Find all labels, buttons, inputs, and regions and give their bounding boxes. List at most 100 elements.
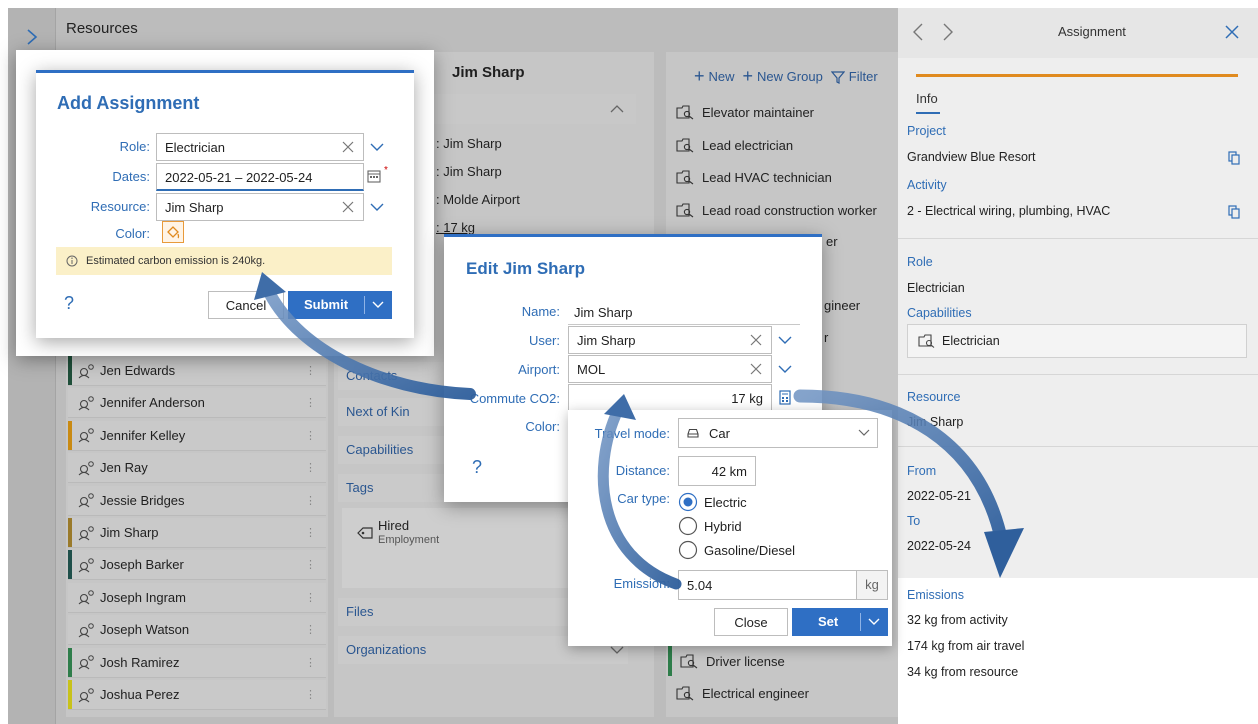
more-icon[interactable]: ⋮ (305, 591, 316, 604)
chevron-down-icon[interactable] (610, 646, 624, 655)
submit-label: Submit (304, 297, 349, 312)
car-type-label: Hybrid (704, 518, 742, 534)
color-bar (68, 550, 72, 580)
capability-label: Lead HVAC technician (702, 169, 832, 185)
radio-checked-icon[interactable] (678, 492, 698, 512)
capability-item[interactable]: Driver license (668, 646, 896, 676)
more-icon[interactable]: ⋮ (305, 494, 316, 507)
new-button[interactable]: New (709, 69, 735, 84)
calendar-icon[interactable] (367, 169, 381, 183)
more-icon[interactable]: ⋮ (305, 688, 316, 701)
capability-item[interactable]: Lead road construction worker (668, 195, 896, 225)
tab-info[interactable]: Info (916, 91, 938, 106)
capability-label: Driver license (706, 653, 785, 669)
airport-label: Airport: (518, 362, 560, 377)
more-icon[interactable]: ⋮ (305, 656, 316, 669)
commute-co2-input[interactable]: 17 kg (568, 384, 772, 412)
info-icon (66, 255, 78, 267)
clear-icon[interactable] (750, 334, 762, 346)
copy-icon[interactable] (1228, 151, 1240, 165)
travel-mode-select[interactable]: Car (678, 418, 878, 448)
dates-input[interactable]: 2022-05-21 – 2022-05-24 (156, 163, 364, 191)
chevron-down-icon[interactable] (372, 301, 384, 309)
set-button[interactable]: Set (792, 608, 888, 636)
new-group-button[interactable]: New Group (757, 69, 823, 84)
resource-row[interactable]: Jim Sharp ⋮ (68, 518, 326, 548)
tag-name: Hired (378, 518, 410, 533)
chevron-down-icon[interactable] (778, 336, 792, 345)
chevron-up-icon[interactable] (610, 104, 624, 113)
filter-button[interactable]: Filter (849, 69, 878, 84)
chevron-down-icon[interactable] (778, 365, 792, 374)
commute-co2-label: Commute CO2: (469, 391, 560, 406)
more-icon[interactable]: ⋮ (305, 526, 316, 539)
resource-row[interactable]: Jen Ray ⋮ (68, 453, 326, 484)
person-icon (78, 363, 94, 378)
radio-unchecked-icon[interactable] (678, 540, 698, 560)
copy-icon[interactable] (1228, 205, 1240, 219)
more-icon[interactable]: ⋮ (305, 396, 316, 409)
close-icon[interactable] (1224, 24, 1240, 40)
capability-item[interactable]: Lead HVAC technician (668, 162, 896, 192)
help-icon[interactable]: ? (64, 293, 74, 314)
capability-item[interactable]: Elevator maintainer (668, 97, 896, 127)
resource-row[interactable]: Joseph Ingram ⋮ (68, 582, 326, 613)
previous-icon[interactable] (912, 22, 924, 42)
color-bar (68, 486, 72, 515)
capability-item[interactable]: Lead electrician (668, 130, 896, 160)
resource-name: Joseph Watson (100, 622, 190, 638)
resource-row[interactable]: Joshua Perez ⋮ (68, 680, 326, 710)
activity-label: Activity (907, 178, 947, 192)
more-icon[interactable]: ⋮ (305, 623, 316, 636)
plus-icon: + (694, 66, 705, 86)
resource-name: Jennifer Anderson (100, 395, 205, 411)
clear-icon[interactable] (750, 363, 762, 375)
resource-row[interactable]: Jennifer Anderson ⋮ (68, 388, 326, 419)
more-icon[interactable]: ⋮ (305, 461, 316, 474)
chevron-down-icon[interactable] (858, 429, 870, 437)
resource-row[interactable]: Jessie Bridges ⋮ (68, 485, 326, 516)
resource-row[interactable]: Jennifer Kelley ⋮ (68, 420, 326, 451)
car-type-option[interactable]: Hybrid (678, 516, 742, 536)
info-banner: Estimated carbon emission is 240kg. (56, 247, 392, 275)
capability-label-partial: gineer (824, 298, 861, 313)
radio-unchecked-icon[interactable] (678, 516, 698, 536)
resource-row[interactable]: Joseph Barker ⋮ (68, 550, 326, 581)
distance-input[interactable]: 42 km (678, 456, 756, 486)
airport-input[interactable]: MOL (568, 355, 772, 383)
resource-row[interactable]: Joseph Watson ⋮ (68, 615, 326, 646)
chevron-down-icon[interactable] (868, 618, 880, 626)
clear-icon[interactable] (342, 201, 354, 213)
resource-name: Jennifer Kelley (100, 427, 186, 443)
resource-input[interactable]: Jim Sharp (156, 193, 364, 221)
user-input[interactable]: Jim Sharp (568, 326, 772, 354)
car-type-option[interactable]: Gasoline/Diesel (678, 540, 795, 560)
capability-item[interactable]: Electrical engineer (668, 678, 896, 708)
chevron-down-icon[interactable] (370, 143, 384, 152)
close-button[interactable]: Close (714, 608, 788, 636)
calculator-icon[interactable] (779, 390, 791, 405)
next-icon[interactable] (942, 22, 954, 42)
name-label: Name: (521, 304, 560, 319)
cancel-button[interactable]: Cancel (208, 291, 284, 319)
detail-prop-co2: : 17 kg (436, 220, 476, 235)
more-icon[interactable]: ⋮ (305, 429, 316, 442)
capability-icon (676, 105, 694, 120)
expand-chevron-icon[interactable] (26, 28, 38, 46)
more-icon[interactable]: ⋮ (305, 558, 316, 571)
car-type-option[interactable]: Electric (678, 492, 747, 512)
resource-row[interactable]: Jen Edwards ⋮ (68, 356, 326, 386)
color-picker-button[interactable] (162, 221, 184, 243)
help-icon[interactable]: ? (472, 457, 482, 478)
tag-category: Employment (378, 534, 440, 546)
assignment-title: Assignment (1058, 24, 1126, 39)
chevron-down-icon[interactable] (370, 203, 384, 212)
clear-icon[interactable] (342, 141, 354, 153)
capability-chip: Electrician (907, 324, 1247, 358)
resource-name: Joseph Ingram (100, 589, 186, 605)
submit-button[interactable]: Submit (288, 291, 392, 319)
role-input[interactable]: Electrician (156, 133, 364, 161)
resource-row[interactable]: Josh Ramirez ⋮ (68, 647, 326, 678)
more-icon[interactable]: ⋮ (305, 364, 316, 377)
emissions-label: Emissions (907, 588, 964, 602)
